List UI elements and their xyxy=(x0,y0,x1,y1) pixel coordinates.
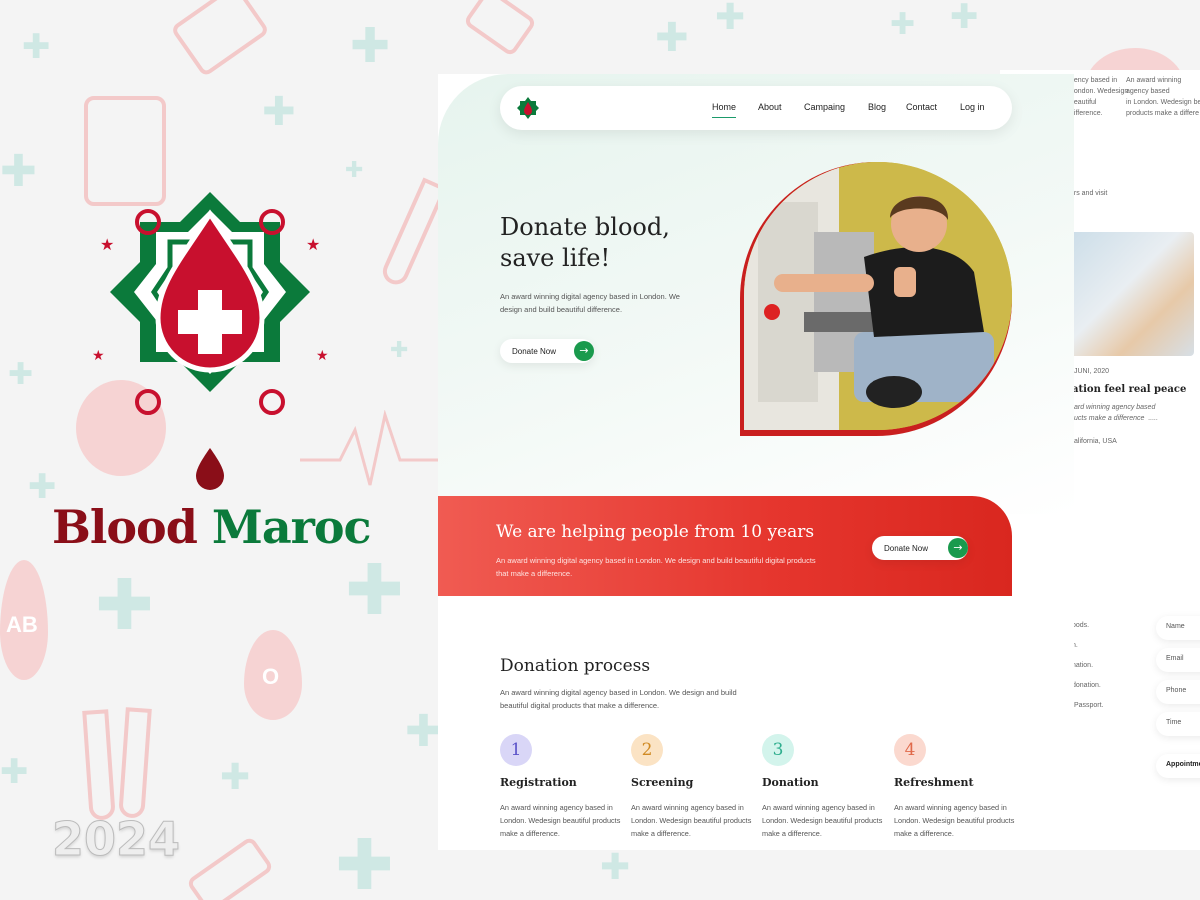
list-item: donation. xyxy=(1072,682,1101,689)
step-number-badge: 4 xyxy=(894,734,926,766)
step-title: Screening xyxy=(631,776,694,789)
button-label: Donate Now xyxy=(884,544,929,553)
nav-about[interactable]: About xyxy=(758,102,782,112)
list-item: nation. xyxy=(1072,662,1094,669)
nav-home[interactable]: Home xyxy=(712,102,737,118)
test-tube-icon xyxy=(118,707,152,819)
banner-title: We are helping people from 10 years xyxy=(496,522,815,542)
plus-icon: ✚ xyxy=(0,752,29,792)
donor-photo-illustration xyxy=(744,162,1012,430)
process-title: Donation process xyxy=(500,656,651,676)
donate-now-button[interactable]: Donate Now → xyxy=(500,339,594,363)
hero-title: Donate blood, save life! xyxy=(500,212,720,274)
syringe-icon xyxy=(462,0,538,58)
svg-text:★: ★ xyxy=(92,348,105,364)
test-tube-icon xyxy=(82,709,116,821)
process-step: 4 Refreshment An award winning agency ba… xyxy=(894,734,1016,840)
process-step: 2 Screening An award winning agency base… xyxy=(631,734,753,840)
plus-icon: ✚ xyxy=(655,15,689,61)
step-text: An award winning agency based in London.… xyxy=(500,803,621,838)
appointment-button[interactable]: Appointmen xyxy=(1156,754,1200,778)
hero-description: An award winning digital agency based in… xyxy=(500,292,680,314)
blood-type-label: AB xyxy=(6,612,38,637)
email-field[interactable]: Email xyxy=(1156,648,1200,672)
brand-name: Blood Maroc xyxy=(52,500,372,554)
time-field[interactable]: Time xyxy=(1156,712,1200,736)
brand-word-maroc: Maroc xyxy=(211,500,372,554)
syringe-icon xyxy=(170,0,270,78)
secondary-text: An award winning agency based in London.… xyxy=(1126,77,1200,117)
plus-icon: ✚ xyxy=(22,27,51,67)
year-label: 2024 xyxy=(51,812,181,867)
post-location: alifornia, USA xyxy=(1074,438,1117,445)
stats-banner: We are helping people from 10 years An a… xyxy=(438,496,1012,596)
secondary-text: ers and visit xyxy=(1070,190,1108,197)
syringe-icon xyxy=(185,835,275,900)
donor-photo xyxy=(744,162,1012,430)
nav-blog[interactable]: Blog xyxy=(868,102,886,112)
phone-field[interactable]: Phone xyxy=(1156,680,1200,704)
secondary-text: gency based in London. Wedesign beautifu… xyxy=(1070,77,1129,117)
list-item: /Passport. xyxy=(1072,702,1104,709)
banner-donate-now-button[interactable]: Donate Now → xyxy=(872,536,968,560)
plus-icon: ✚ xyxy=(890,7,916,42)
post-date: JUNI, 2020 xyxy=(1074,368,1110,375)
navbar: Home About Campaing Blog Contact Log in xyxy=(500,86,1012,130)
plus-icon: ✚ xyxy=(262,89,296,135)
process-description: An award winning digital agency based in… xyxy=(500,688,737,710)
banner-description: An award winning digital agency based in… xyxy=(496,556,816,578)
svg-text:★: ★ xyxy=(316,348,329,364)
plus-icon: ✚ xyxy=(0,146,37,197)
plus-icon: ✚ xyxy=(350,18,391,74)
arrow-right-icon: → xyxy=(948,538,968,558)
svg-text:★: ★ xyxy=(100,235,114,254)
hero-title-line: save life! xyxy=(500,244,611,272)
arrow-right-icon: → xyxy=(574,341,594,361)
step-title: Donation xyxy=(762,776,819,789)
hero-title-line: Donate blood, xyxy=(500,213,670,241)
nav-contact[interactable]: Contact xyxy=(906,102,937,112)
blood-type-label: O xyxy=(262,664,280,689)
post-excerpt: ard winning agency based ucts make a dif… xyxy=(1074,404,1159,422)
step-title: Registration xyxy=(500,776,577,789)
blog-post-image xyxy=(1066,232,1194,356)
step-number-badge: 3 xyxy=(762,734,794,766)
plus-icon: ✚ xyxy=(715,0,746,38)
plus-icon: ✚ xyxy=(28,467,57,507)
main-page-preview: Home About Campaing Blog Contact Log in … xyxy=(438,74,1074,850)
process-step: 1 Registration An award winning agency b… xyxy=(500,734,622,840)
step-text: An award winning agency based in London.… xyxy=(762,803,883,838)
plus-icon: ✚ xyxy=(950,0,979,37)
plus-icon: ✚ xyxy=(600,847,631,888)
step-number-badge: 1 xyxy=(500,734,532,766)
test-tube-icon xyxy=(378,177,448,289)
list-item: oods. xyxy=(1072,622,1090,629)
nav-campaing[interactable]: Campaing xyxy=(804,102,845,112)
step-text: An award winning agency based in London.… xyxy=(894,803,1015,838)
plus-icon: ✚ xyxy=(335,824,394,900)
plus-icon: ✚ xyxy=(95,564,154,646)
step-number-badge: 2 xyxy=(631,734,663,766)
svg-text:★: ★ xyxy=(306,235,320,254)
plus-icon: ✚ xyxy=(405,706,442,757)
plus-icon: ✚ xyxy=(390,338,409,363)
step-text: An award winning agency based in London.… xyxy=(631,803,752,838)
name-field[interactable]: Name xyxy=(1156,616,1200,640)
post-title[interactable]: ation feel real peace xyxy=(1072,384,1186,395)
blood-maroc-logo: ★ ★ ★ ★ xyxy=(92,192,329,490)
plus-icon: ✚ xyxy=(220,757,251,798)
nav-login[interactable]: Log in xyxy=(960,102,985,112)
plus-icon: ✚ xyxy=(8,357,34,392)
step-title: Refreshment xyxy=(894,776,974,789)
plus-icon: ✚ xyxy=(345,549,404,631)
button-label: Donate Now xyxy=(512,347,557,356)
brand-word-blood: Blood xyxy=(52,500,198,554)
site-logo-icon[interactable] xyxy=(516,96,540,120)
process-step: 3 Donation An award winning agency based… xyxy=(762,734,884,840)
